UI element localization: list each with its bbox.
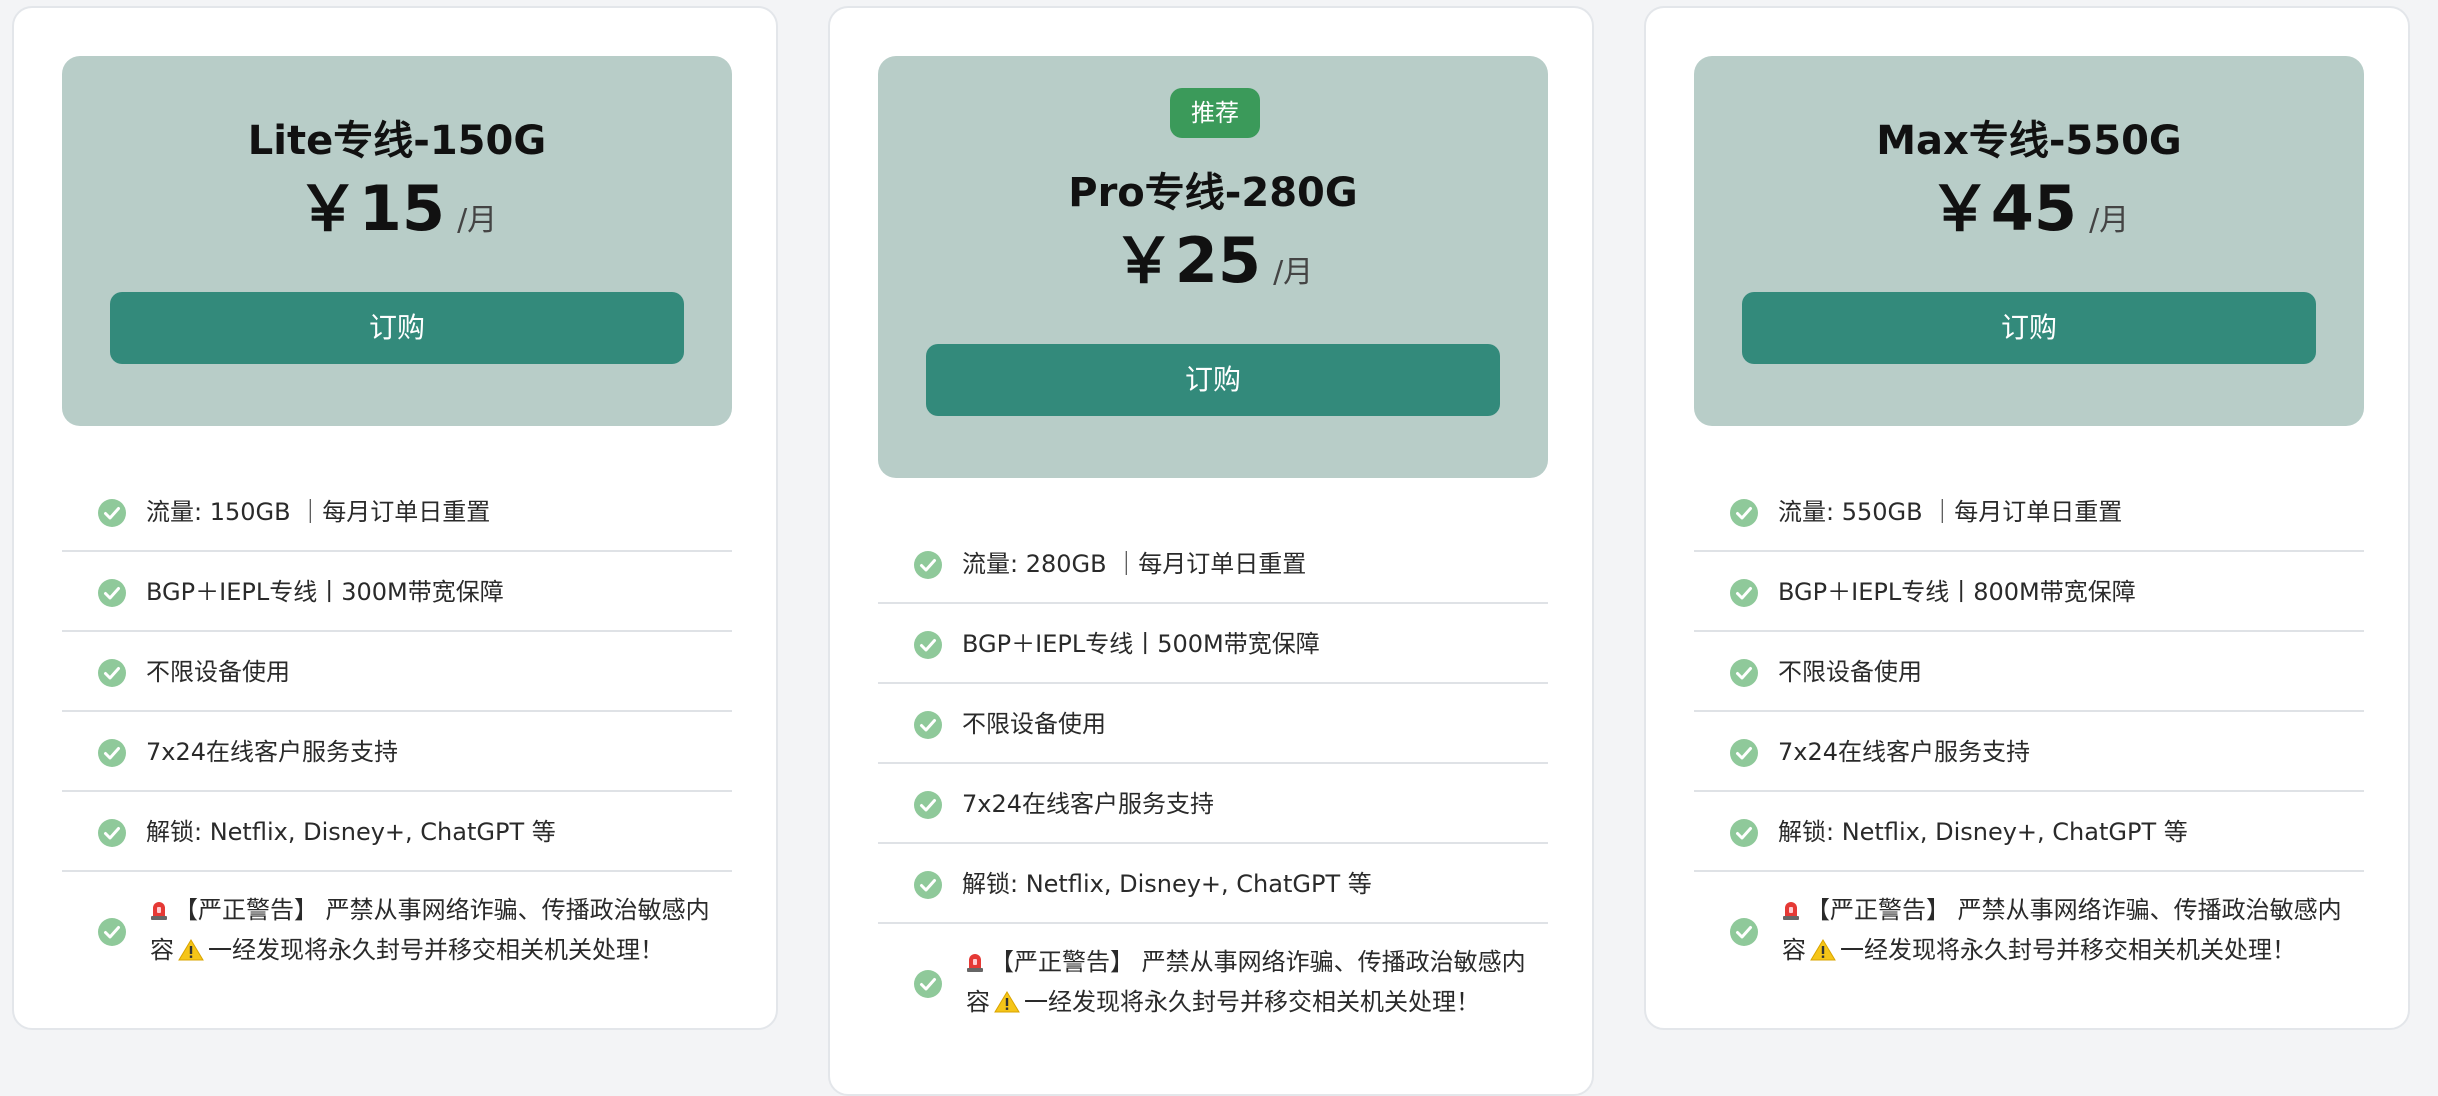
feature-list: 流量: 150GB ｜每月订单日重置 BGP＋IEPL专线丨300M带宽保障 不…: [62, 472, 732, 992]
warning-text: 【严正警告】 严禁从事网络诈骗、传播政治敏感内容 一经发现将永久封号并移交相关机关…: [966, 942, 1526, 1022]
feature-item: 7x24在线客户服务支持: [1694, 712, 2364, 792]
check-circle-icon: [914, 970, 942, 998]
price-row: ￥45/月: [1694, 158, 2364, 248]
plan-header: 推荐 Pro专线-280G ￥25/月 订购: [878, 56, 1548, 478]
feature-item: 解锁: Netflix, Disney+, ChatGPT 等: [1694, 792, 2364, 872]
plan-header: Max专线-550G ￥45/月 订购: [1694, 56, 2364, 426]
feature-item: 7x24在线客户服务支持: [62, 712, 732, 792]
feature-item: 7x24在线客户服务支持: [878, 764, 1548, 844]
price-row: ￥15/月: [62, 158, 732, 248]
subscribe-button[interactable]: 订购: [110, 292, 684, 364]
feature-text: 7x24在线客户服务支持: [146, 738, 399, 766]
price-unit: /月: [1273, 255, 1314, 290]
siren-icon: [1783, 902, 1799, 920]
check-circle-icon: [98, 659, 126, 687]
price-amount: ￥25: [1112, 224, 1262, 297]
warning-part2: 一经发现将永久封号并移交相关机关处理！: [1840, 936, 2296, 964]
feature-list: 流量: 550GB ｜每月订单日重置 BGP＋IEPL专线丨800M带宽保障 不…: [1694, 472, 2364, 992]
price-amount: ￥45: [1928, 172, 2078, 245]
feature-item: 流量: 280GB ｜每月订单日重置: [878, 524, 1548, 604]
check-circle-icon: [1730, 918, 1758, 946]
feature-item-warning: 【严正警告】 严禁从事网络诈骗、传播政治敏感内容 一经发现将永久封号并移交相关机关…: [1694, 872, 2364, 992]
check-circle-icon: [914, 551, 942, 579]
feature-text: 解锁: Netflix, Disney+, ChatGPT 等: [1778, 818, 2188, 846]
feature-item-warning: 【严正警告】 严禁从事网络诈骗、传播政治敏感内容 一经发现将永久封号并移交相关机关…: [62, 872, 732, 992]
warning-text: 【严正警告】 严禁从事网络诈骗、传播政治敏感内容 一经发现将永久封号并移交相关机关…: [150, 890, 710, 970]
plan-card-lite: Lite专线-150G ￥15/月 订购 流量: 150GB ｜每月订单日重置 …: [12, 6, 778, 1030]
price-row: ￥25/月: [878, 210, 1548, 300]
check-circle-icon: [914, 871, 942, 899]
check-circle-icon: [98, 499, 126, 527]
feature-text: BGP＋IEPL专线丨300M带宽保障: [146, 578, 504, 606]
plan-header: Lite专线-150G ￥15/月 订购: [62, 56, 732, 426]
feature-item: 流量: 150GB ｜每月订单日重置: [62, 472, 732, 552]
feature-text: BGP＋IEPL专线丨500M带宽保障: [962, 630, 1320, 658]
feature-text: 7x24在线客户服务支持: [1778, 738, 2031, 766]
check-circle-icon: [1730, 819, 1758, 847]
feature-text: 7x24在线客户服务支持: [962, 790, 1215, 818]
price-amount: ￥15: [296, 172, 446, 245]
recommend-badge: 推荐: [1170, 88, 1260, 138]
feature-text: 不限设备使用: [146, 658, 290, 686]
plan-card-max: Max专线-550G ￥45/月 订购 流量: 550GB ｜每月订单日重置 B…: [1644, 6, 2410, 1030]
check-circle-icon: [1730, 579, 1758, 607]
check-circle-icon: [914, 791, 942, 819]
check-circle-icon: [1730, 739, 1758, 767]
feature-item-warning: 【严正警告】 严禁从事网络诈骗、传播政治敏感内容 一经发现将永久封号并移交相关机关…: [878, 924, 1548, 1044]
subscribe-button[interactable]: 订购: [926, 344, 1500, 416]
check-circle-icon: [98, 819, 126, 847]
warning-icon: [1810, 939, 1836, 961]
price-unit: /月: [2089, 203, 2130, 238]
check-circle-icon: [914, 711, 942, 739]
feature-text: BGP＋IEPL专线丨800M带宽保障: [1778, 578, 2136, 606]
check-circle-icon: [914, 631, 942, 659]
feature-item: 不限设备使用: [878, 684, 1548, 764]
check-circle-icon: [98, 918, 126, 946]
warning-text: 【严正警告】 严禁从事网络诈骗、传播政治敏感内容 一经发现将永久封号并移交相关机关…: [1782, 890, 2342, 970]
feature-text: 不限设备使用: [962, 710, 1106, 738]
check-circle-icon: [1730, 659, 1758, 687]
feature-item: BGP＋IEPL专线丨300M带宽保障: [62, 552, 732, 632]
feature-text: 解锁: Netflix, Disney+, ChatGPT 等: [962, 870, 1372, 898]
warning-icon: [994, 991, 1020, 1013]
feature-item: 不限设备使用: [1694, 632, 2364, 712]
feature-text: 不限设备使用: [1778, 658, 1922, 686]
warning-icon: [178, 939, 204, 961]
feature-item: 不限设备使用: [62, 632, 732, 712]
siren-icon: [151, 902, 167, 920]
feature-item: 解锁: Netflix, Disney+, ChatGPT 等: [62, 792, 732, 872]
feature-text: 流量: 150GB ｜每月订单日重置: [146, 498, 491, 526]
check-circle-icon: [1730, 499, 1758, 527]
plan-card-pro: 推荐 Pro专线-280G ￥25/月 订购 流量: 280GB ｜每月订单日重…: [828, 6, 1594, 1096]
warning-part2: 一经发现将永久封号并移交相关机关处理！: [1024, 988, 1480, 1016]
check-circle-icon: [98, 739, 126, 767]
feature-item: BGP＋IEPL专线丨800M带宽保障: [1694, 552, 2364, 632]
feature-list: 流量: 280GB ｜每月订单日重置 BGP＋IEPL专线丨500M带宽保障 不…: [878, 524, 1548, 1044]
siren-icon: [967, 954, 983, 972]
warning-part2: 一经发现将永久封号并移交相关机关处理！: [208, 936, 664, 964]
feature-item: BGP＋IEPL专线丨500M带宽保障: [878, 604, 1548, 684]
subscribe-button[interactable]: 订购: [1742, 292, 2316, 364]
check-circle-icon: [98, 579, 126, 607]
feature-text: 流量: 280GB ｜每月订单日重置: [962, 550, 1307, 578]
feature-item: 流量: 550GB ｜每月订单日重置: [1694, 472, 2364, 552]
feature-item: 解锁: Netflix, Disney+, ChatGPT 等: [878, 844, 1548, 924]
price-unit: /月: [457, 203, 498, 238]
feature-text: 解锁: Netflix, Disney+, ChatGPT 等: [146, 818, 556, 846]
feature-text: 流量: 550GB ｜每月订单日重置: [1778, 498, 2123, 526]
